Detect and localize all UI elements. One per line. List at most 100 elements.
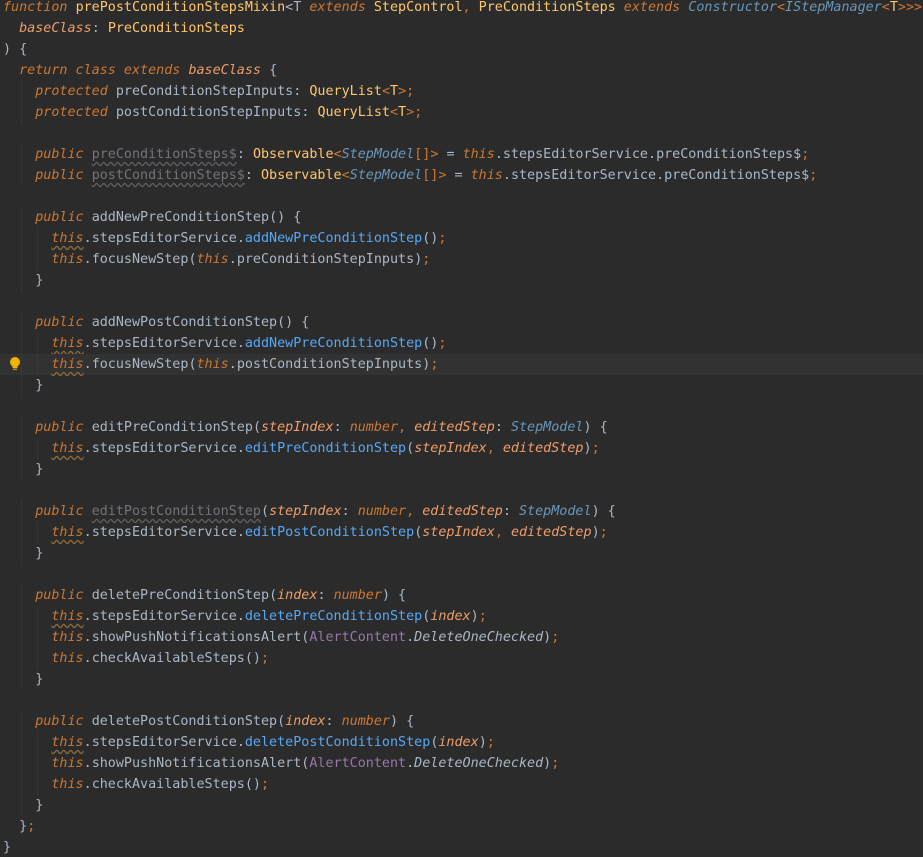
code-line[interactable]: this.checkAvailableSteps(); (0, 648, 923, 669)
code-text: baseClass: PreConditionSteps (3, 18, 245, 39)
code-token: StepModel (349, 168, 423, 183)
code-token: preConditionStepInputs (115, 84, 294, 99)
code-token: < (381, 84, 390, 99)
code-token: } (3, 798, 44, 813)
code-token: Observable (261, 168, 342, 183)
code-token: ) { (381, 588, 407, 603)
code-token: StepModel (341, 147, 415, 162)
code-token: editedStep (510, 525, 592, 540)
code-line[interactable]: } (0, 795, 923, 816)
code-text: } (3, 270, 43, 291)
code-token: AlertContent (309, 630, 407, 645)
code-token: PreConditionSteps (107, 21, 245, 36)
code-token: . (406, 756, 415, 771)
code-token: this (51, 357, 84, 372)
code-line[interactable]: this.showPushNotificationsAlert(AlertCon… (0, 753, 923, 774)
code-line[interactable]: public editPreConditionStep(stepIndex: n… (0, 417, 923, 438)
code-line[interactable] (0, 291, 923, 312)
code-line[interactable]: return class extends baseClass { (0, 60, 923, 81)
code-line[interactable]: this.stepsEditorService.editPreCondition… (0, 438, 923, 459)
code-token: [] (414, 147, 431, 162)
code-line[interactable]: this.focusNewStep(this.preConditionStepI… (0, 249, 923, 270)
code-line[interactable]: ) { (0, 39, 923, 60)
code-line[interactable]: } (0, 669, 923, 690)
code-line[interactable]: public deletePreConditionStep(index: num… (0, 585, 923, 606)
code-token: ; (422, 252, 431, 267)
code-line[interactable]: public addNewPreConditionStep() { (0, 207, 923, 228)
code-token: DeleteOneChecked (414, 756, 544, 771)
code-line[interactable]: this.stepsEditorService.deletePostCondit… (0, 732, 923, 753)
code-token: stepsEditorService (91, 525, 237, 540)
code-line[interactable] (0, 690, 923, 711)
code-line[interactable]: this.stepsEditorService.addNewPreConditi… (0, 333, 923, 354)
code-line[interactable]: protected postConditionStepInputs: Query… (0, 102, 923, 123)
code-token: () { (277, 315, 310, 330)
code-line[interactable]: public editPostConditionStep(stepIndex: … (0, 501, 923, 522)
code-token: baseClass (19, 21, 92, 36)
code-line[interactable]: public deletePostConditionStep(index: nu… (0, 711, 923, 732)
code-line[interactable]: this.showPushNotificationsAlert(AlertCon… (0, 627, 923, 648)
code-token: public (35, 210, 92, 225)
code-line[interactable] (0, 123, 923, 144)
code-line[interactable] (0, 186, 923, 207)
code-line[interactable]: public postConditionSteps$: Observable<S… (0, 165, 923, 186)
code-line[interactable]: this.focusNewStep(this.postConditionStep… (0, 354, 923, 375)
code-text: } (3, 459, 43, 480)
code-line[interactable] (0, 480, 923, 501)
code-token: checkAvailableSteps (91, 777, 245, 792)
code-token: : (494, 420, 511, 435)
code-line[interactable]: this.stepsEditorService.editPostConditio… (0, 522, 923, 543)
code-token: index (277, 588, 318, 603)
code-token: public (35, 714, 92, 729)
code-line[interactable] (0, 396, 923, 417)
code-token: () (422, 231, 439, 246)
code-line[interactable]: baseClass: PreConditionSteps (0, 18, 923, 39)
code-token: function (3, 0, 76, 15)
code-token: } (3, 546, 44, 561)
code-text: ) { (3, 39, 27, 60)
code-token: index (430, 609, 471, 624)
code-token: this (470, 168, 503, 183)
code-line[interactable]: protected preConditionStepInputs: QueryL… (0, 81, 923, 102)
code-token: } (3, 819, 28, 834)
code-line[interactable]: } (0, 459, 923, 480)
code-line[interactable] (0, 564, 923, 585)
code-line[interactable]: public addNewPostConditionStep() { (0, 312, 923, 333)
code-text: this.stepsEditorService.addNewPreConditi… (3, 228, 446, 249)
code-token: . (236, 609, 245, 624)
code-token: public (35, 420, 92, 435)
code-token: showPushNotificationsAlert (91, 630, 302, 645)
code-token: this (196, 252, 229, 267)
code-line[interactable]: }; (0, 816, 923, 837)
code-token: ; (438, 231, 447, 246)
code-token: ) { (3, 42, 28, 57)
code-token: . (494, 147, 503, 162)
code-token: editPreConditionStep (244, 441, 407, 456)
code-line[interactable]: } (0, 543, 923, 564)
code-line[interactable]: this.checkAvailableSteps(); (0, 774, 923, 795)
code-token: . (406, 630, 415, 645)
code-token: ( (188, 252, 197, 267)
code-token: ; (486, 735, 495, 750)
lightbulb-icon[interactable] (9, 356, 21, 372)
code-line[interactable]: this.stepsEditorService.addNewPreConditi… (0, 228, 923, 249)
code-text: protected postConditionStepInputs: Query… (3, 102, 422, 123)
code-line[interactable]: public preConditionSteps$: Observable<St… (0, 144, 923, 165)
code-line[interactable]: } (0, 375, 923, 396)
code-token: . (236, 231, 245, 246)
code-line[interactable]: } (0, 270, 923, 291)
code-token: stepsEditorService (91, 441, 237, 456)
code-line[interactable]: this.stepsEditorService.deletePreConditi… (0, 606, 923, 627)
code-editor[interactable]: function prePostConditionStepsMixin<T ex… (0, 0, 923, 857)
code-token: { (269, 63, 278, 78)
code-token: . (83, 756, 92, 771)
code-line[interactable]: } (0, 837, 923, 857)
code-line[interactable]: function prePostConditionStepsMixin<T ex… (0, 0, 923, 18)
code-token: StepModel (510, 420, 584, 435)
code-token: ) { (390, 714, 415, 729)
code-text: } (3, 795, 43, 816)
